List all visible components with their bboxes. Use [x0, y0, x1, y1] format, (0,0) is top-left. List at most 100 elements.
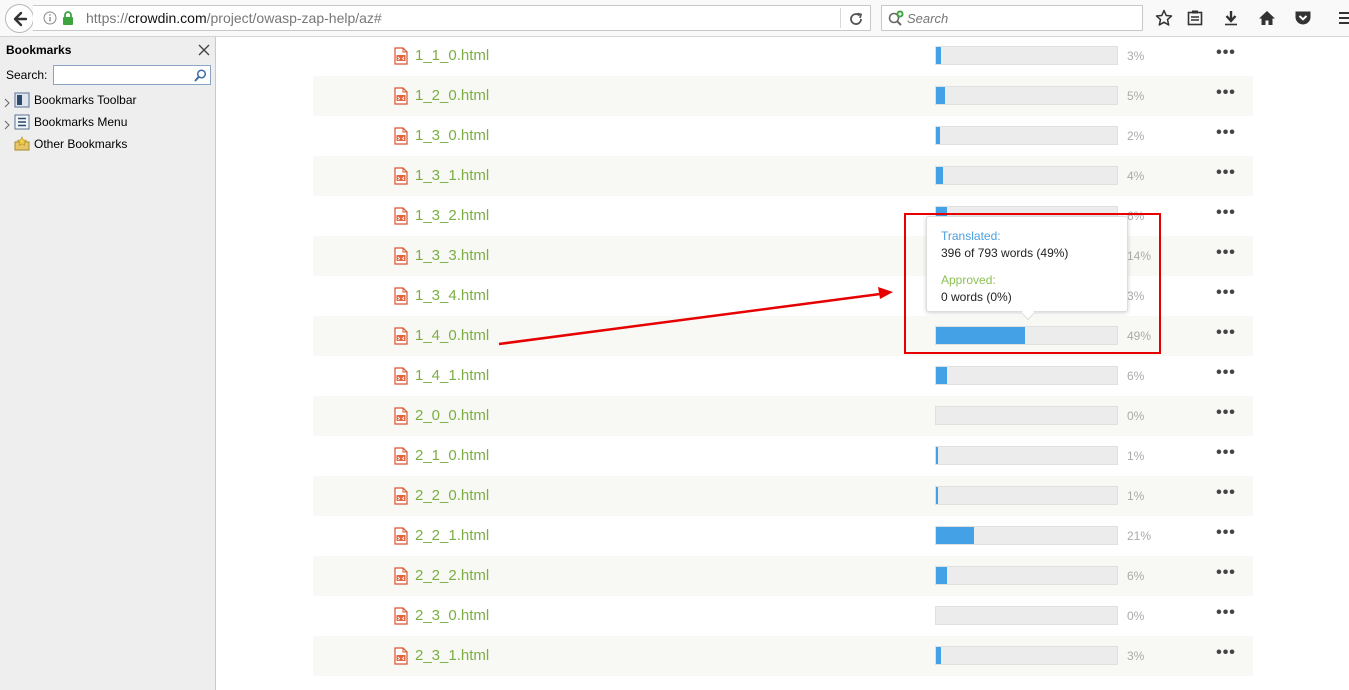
- reload-icon[interactable]: [848, 11, 864, 32]
- more-options-icon[interactable]: •••: [1215, 84, 1237, 104]
- url-text[interactable]: https://crowdin.com/project/owasp-zap-he…: [86, 10, 382, 26]
- progress-bar[interactable]: [935, 366, 1118, 385]
- sidebar-item-other-bookmarks[interactable]: Other Bookmarks: [0, 134, 214, 154]
- file-name-link[interactable]: 2_3_0.html: [415, 607, 489, 624]
- progress-bar[interactable]: [935, 406, 1118, 425]
- progress-percent: 21%: [1127, 529, 1152, 543]
- more-options-icon[interactable]: •••: [1215, 244, 1237, 264]
- download-icon[interactable]: [1221, 8, 1241, 28]
- html-file-icon: [393, 47, 409, 65]
- chevron-right-icon[interactable]: [4, 95, 10, 113]
- progress-bar-fill: [936, 647, 941, 664]
- progress-percent: 3%: [1127, 649, 1145, 663]
- progress-percent: 2%: [1127, 129, 1145, 143]
- chevron-right-icon[interactable]: [4, 117, 10, 135]
- progress-bar[interactable]: [935, 566, 1118, 585]
- html-file-icon: [393, 167, 409, 185]
- progress-bar[interactable]: [935, 46, 1118, 65]
- progress-bar[interactable]: [935, 166, 1118, 185]
- file-name-link[interactable]: 2_3_1.html: [415, 647, 489, 664]
- close-icon[interactable]: [197, 43, 211, 57]
- more-options-icon[interactable]: •••: [1215, 164, 1237, 184]
- file-name-link[interactable]: 2_2_1.html: [415, 527, 489, 544]
- progress-bar[interactable]: [935, 86, 1118, 105]
- progress-bar-fill: [936, 167, 943, 184]
- file-name-link[interactable]: 1_3_0.html: [415, 127, 489, 144]
- html-file-icon: [393, 447, 409, 465]
- pocket-icon[interactable]: [1293, 8, 1313, 28]
- file-name-link[interactable]: 1_3_3.html: [415, 247, 489, 264]
- bookmark-star-icon[interactable]: [1154, 8, 1174, 28]
- file-row[interactable]: 2_1_0.html 1% •••: [313, 436, 1253, 476]
- progress-percent: 6%: [1127, 569, 1145, 583]
- html-file-icon: [393, 327, 409, 345]
- progress-bar[interactable]: [935, 446, 1118, 465]
- file-name-link[interactable]: 2_1_0.html: [415, 447, 489, 464]
- file-row[interactable]: 1_2_0.html 5% •••: [313, 76, 1253, 116]
- browser-toolbar: https://crowdin.com/project/owasp-zap-he…: [0, 0, 1349, 37]
- file-name-link[interactable]: 1_3_2.html: [415, 207, 489, 224]
- progress-bar-fill: [936, 87, 945, 104]
- sidebar-item-label: Bookmarks Toolbar: [34, 93, 137, 107]
- file-row[interactable]: 2_3_1.html 3% •••: [313, 636, 1253, 676]
- file-name-link[interactable]: 2_0_0.html: [415, 407, 489, 424]
- html-file-icon: [393, 527, 409, 545]
- sidebar-search-input[interactable]: [53, 65, 211, 85]
- home-icon[interactable]: [1257, 8, 1277, 28]
- file-row[interactable]: 2_0_0.html 0% •••: [313, 396, 1253, 436]
- reading-list-icon[interactable]: [1185, 8, 1205, 28]
- search-placeholder: Search: [907, 11, 949, 26]
- file-name-link[interactable]: 2_2_2.html: [415, 567, 489, 584]
- progress-bar[interactable]: [935, 606, 1118, 625]
- more-options-icon[interactable]: •••: [1215, 404, 1237, 424]
- sidebar-item-bookmarks-toolbar[interactable]: Bookmarks Toolbar: [0, 90, 214, 110]
- html-file-icon: [393, 487, 409, 505]
- url-bar[interactable]: https://crowdin.com/project/owasp-zap-he…: [33, 5, 871, 31]
- more-options-icon[interactable]: •••: [1215, 564, 1237, 584]
- more-options-icon[interactable]: •••: [1215, 44, 1237, 64]
- progress-bar-fill: [936, 47, 941, 64]
- file-row[interactable]: 2_2_1.html 21% •••: [313, 516, 1253, 556]
- more-options-icon[interactable]: •••: [1215, 524, 1237, 544]
- html-file-icon: [393, 567, 409, 585]
- more-options-icon[interactable]: •••: [1215, 444, 1237, 464]
- progress-percent: 5%: [1127, 89, 1145, 103]
- progress-bar[interactable]: [935, 486, 1118, 505]
- sidebar-item-bookmarks-menu[interactable]: Bookmarks Menu: [0, 112, 214, 132]
- file-name-link[interactable]: 1_4_0.html: [415, 327, 489, 344]
- site-info-icon[interactable]: [43, 11, 57, 30]
- progress-bar[interactable]: [935, 126, 1118, 145]
- progress-percent: 0%: [1127, 609, 1145, 623]
- file-row[interactable]: 1_3_0.html 2% •••: [313, 116, 1253, 156]
- file-name-link[interactable]: 1_1_0.html: [415, 47, 489, 64]
- file-name-link[interactable]: 2_2_0.html: [415, 487, 489, 504]
- more-options-icon[interactable]: •••: [1215, 284, 1237, 304]
- more-options-icon[interactable]: •••: [1215, 484, 1237, 504]
- bookmarks-menu-icon: [14, 114, 30, 130]
- more-options-icon[interactable]: •••: [1215, 204, 1237, 224]
- file-row[interactable]: 1_1_0.html 3% •••: [313, 37, 1253, 76]
- progress-bar[interactable]: [935, 646, 1118, 665]
- progress-bar-fill: [936, 527, 974, 544]
- file-row[interactable]: 1_3_1.html 4% •••: [313, 156, 1253, 196]
- more-options-icon[interactable]: •••: [1215, 604, 1237, 624]
- file-name-link[interactable]: 1_3_1.html: [415, 167, 489, 184]
- bookmarks-sidebar: Bookmarks Search: Bookmarks Toolbar Book…: [0, 37, 216, 690]
- more-options-icon[interactable]: •••: [1215, 644, 1237, 664]
- file-row[interactable]: 2_2_0.html 1% •••: [313, 476, 1253, 516]
- menu-icon[interactable]: [1335, 8, 1349, 28]
- file-name-link[interactable]: 1_2_0.html: [415, 87, 489, 104]
- more-options-icon[interactable]: •••: [1215, 124, 1237, 144]
- more-options-icon[interactable]: •••: [1215, 324, 1237, 344]
- progress-percent: 3%: [1127, 49, 1145, 63]
- file-name-link[interactable]: 1_4_1.html: [415, 367, 489, 384]
- back-button[interactable]: [5, 4, 34, 33]
- progress-bar[interactable]: [935, 526, 1118, 545]
- file-row[interactable]: 2_3_0.html 0% •••: [313, 596, 1253, 636]
- more-options-icon[interactable]: •••: [1215, 364, 1237, 384]
- file-row[interactable]: 1_4_1.html 6% •••: [313, 356, 1253, 396]
- search-bar[interactable]: Search: [881, 5, 1143, 31]
- progress-bar-fill: [936, 487, 938, 504]
- file-name-link[interactable]: 1_3_4.html: [415, 287, 489, 304]
- file-row[interactable]: 2_2_2.html 6% •••: [313, 556, 1253, 596]
